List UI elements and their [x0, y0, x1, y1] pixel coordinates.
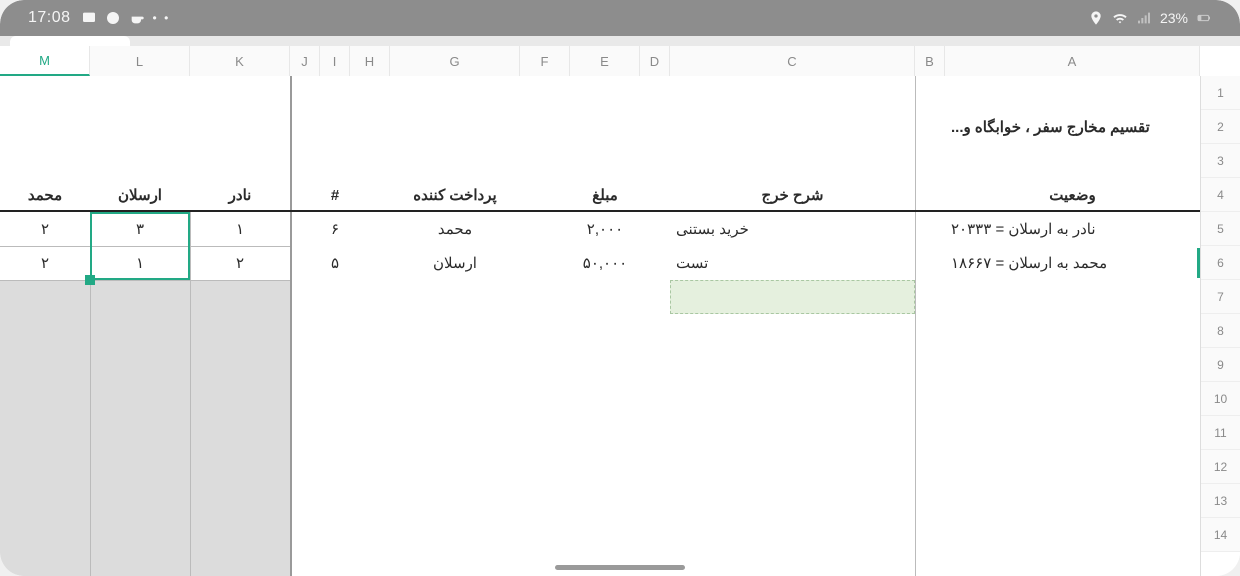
- row-header-3[interactable]: 3: [1201, 144, 1240, 178]
- row-header-1[interactable]: 1: [1201, 76, 1240, 110]
- col-header-D[interactable]: D: [640, 46, 670, 76]
- location-icon: [1088, 10, 1104, 26]
- row-header-5[interactable]: 5: [1201, 212, 1240, 246]
- status-right: 23%: [1088, 10, 1212, 26]
- sheet-title: تقسیم مخارج سفر ، خوابگاه و...: [945, 110, 1200, 144]
- row-header-9[interactable]: 9: [1201, 348, 1240, 382]
- r6-mohammad[interactable]: ۲: [0, 246, 90, 280]
- spreadsheet[interactable]: M L K J I H G F E D C B A 1 2 3 4 5 6 7 …: [0, 46, 1240, 576]
- r6-payer[interactable]: ارسلان: [390, 246, 520, 280]
- freeze-pane-line: [290, 76, 292, 576]
- col-header-M[interactable]: M: [0, 46, 90, 76]
- r5-hash[interactable]: ۶: [320, 212, 350, 246]
- r5-nader[interactable]: ۱: [190, 212, 290, 246]
- r5-status[interactable]: نادر به ارسلان = ۲۰۳۳۳: [945, 212, 1200, 246]
- hdr-arsalan: ارسلان: [90, 178, 190, 212]
- r6-hash[interactable]: ۵: [320, 246, 350, 280]
- wifi-icon: [1112, 10, 1128, 26]
- col-header-B[interactable]: B: [915, 46, 945, 76]
- selection-handle[interactable]: [85, 275, 95, 285]
- col-divider: [915, 76, 916, 576]
- col-header-A[interactable]: A: [945, 46, 1200, 76]
- row-header-13[interactable]: 13: [1201, 484, 1240, 518]
- status-bar: 17:08 • • 23%: [0, 0, 1240, 36]
- row-header-7[interactable]: 7: [1201, 280, 1240, 314]
- row-marker: [1197, 248, 1200, 278]
- signal-icon: [1136, 10, 1152, 26]
- r6-amount[interactable]: ۵۰,۰۰۰: [570, 246, 640, 280]
- col-header-E[interactable]: E: [570, 46, 640, 76]
- col-header-C[interactable]: C: [670, 46, 915, 76]
- r6-nader[interactable]: ۲: [190, 246, 290, 280]
- col-header-K[interactable]: K: [190, 46, 290, 76]
- chrome-icon: [105, 10, 121, 26]
- battery-text: 23%: [1160, 10, 1188, 26]
- row-header-14[interactable]: 14: [1201, 518, 1240, 552]
- col-header-J[interactable]: J: [290, 46, 320, 76]
- row-divider-6: [0, 280, 290, 281]
- range-shade: [0, 280, 290, 576]
- app-window: Main Exit Full Screen 17:08 • • 23% M L: [0, 0, 1240, 576]
- battery-icon: [1196, 10, 1212, 26]
- row-header-11[interactable]: 11: [1201, 416, 1240, 450]
- col-header-I[interactable]: I: [320, 46, 350, 76]
- hdr-mohammad: محمد: [0, 178, 90, 212]
- message-icon: [81, 10, 97, 26]
- tabs-bar: [0, 36, 1240, 46]
- row-header-4[interactable]: 4: [1201, 178, 1240, 212]
- r5-payer[interactable]: محمد: [390, 212, 520, 246]
- home-indicator[interactable]: [555, 565, 685, 570]
- r6-desc[interactable]: تست: [670, 246, 915, 280]
- r5-desc[interactable]: خرید بستنی: [670, 212, 915, 246]
- notification-dots-icon: • •: [153, 11, 171, 25]
- col-header-G[interactable]: G: [390, 46, 520, 76]
- hdr-desc: شرح خرج: [670, 178, 915, 212]
- r5-amount[interactable]: ۲,۰۰۰: [570, 212, 640, 246]
- hdr-payer: پرداخت کننده: [390, 178, 520, 212]
- active-cell[interactable]: [670, 280, 915, 314]
- column-headers: M L K J I H G F E D C B A: [0, 46, 1200, 76]
- status-app-icons: • •: [81, 10, 171, 26]
- hdr-nader: نادر: [190, 178, 290, 212]
- hdr-hash: #: [320, 178, 350, 212]
- row-header-12[interactable]: 12: [1201, 450, 1240, 484]
- row-headers: 1 2 3 4 5 6 7 8 9 10 11 12 13 14: [1200, 76, 1240, 576]
- col-header-F[interactable]: F: [520, 46, 570, 76]
- col-header-H[interactable]: H: [350, 46, 390, 76]
- row-header-2[interactable]: 2: [1201, 110, 1240, 144]
- col-header-L[interactable]: L: [90, 46, 190, 76]
- selection-range[interactable]: [90, 212, 190, 280]
- r6-status[interactable]: محمد به ارسلان = ۱۸۶۶۷: [945, 246, 1200, 280]
- coffee-icon: [129, 10, 145, 26]
- hdr-amount: مبلغ: [570, 178, 640, 212]
- hdr-status: وضعیت: [945, 178, 1200, 212]
- status-left: 17:08 • •: [28, 9, 170, 27]
- r5-mohammad[interactable]: ۲: [0, 212, 90, 246]
- col-div-LK: [190, 212, 191, 576]
- row-header-10[interactable]: 10: [1201, 382, 1240, 416]
- grid-body[interactable]: تقسیم مخارج سفر ، خوابگاه و... وضعیت شرح…: [0, 76, 1200, 576]
- row-header-6[interactable]: 6: [1201, 246, 1240, 280]
- row-header-8[interactable]: 8: [1201, 314, 1240, 348]
- clock: 17:08: [28, 9, 71, 27]
